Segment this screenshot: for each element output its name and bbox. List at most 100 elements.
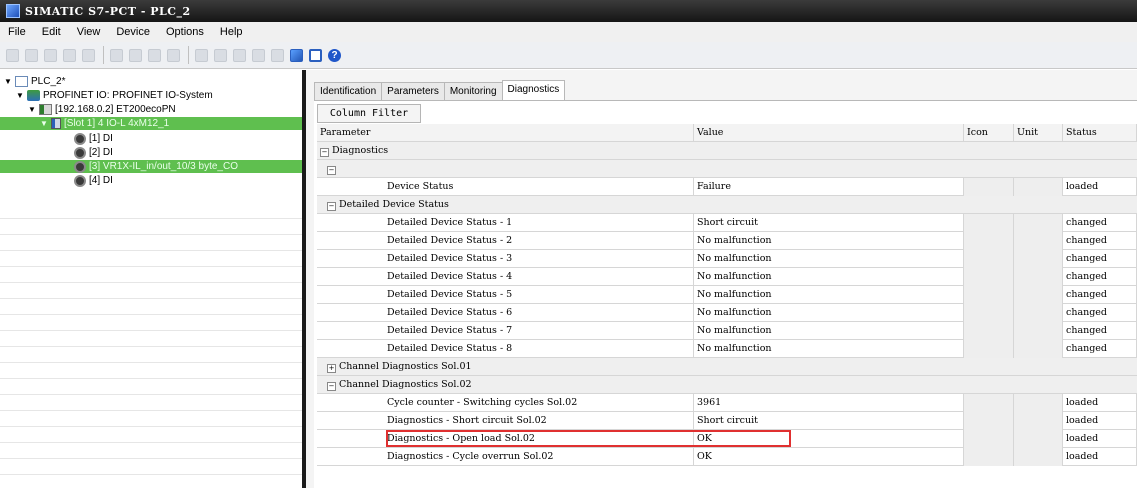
table-row[interactable]: Detailed Device Status - 7 No malfunctio… [317,322,1137,340]
param-cell: Diagnostics - Open load Sol.02 [317,430,694,448]
tab-monitoring[interactable]: Monitoring [443,82,503,101]
group-label-cell: + Channel Diagnostics Sol.01 [317,358,1137,376]
tree-item-label: [4] DI [89,175,113,186]
tab-identification[interactable]: Identification [314,82,383,101]
unit-cell [1014,250,1063,268]
help-icon[interactable]: ? [326,47,343,64]
module-c-icon[interactable] [231,47,248,64]
copy-icon[interactable] [127,47,144,64]
group-row-channel-02[interactable]: − Channel Diagnostics Sol.02 [317,376,1137,394]
value-cell[interactable]: 3961 [694,394,964,412]
menu-options[interactable]: Options [158,26,212,38]
collapse-icon[interactable]: ▼ [40,119,48,128]
value-cell[interactable]: No malfunction [694,286,964,304]
column-filter-button[interactable]: Column Filter [317,104,421,123]
value-cell[interactable]: No malfunction [694,268,964,286]
value-cell[interactable]: OK [694,430,964,448]
menu-device[interactable]: Device [108,26,158,38]
group-label-cell: − Channel Diagnostics Sol.02 [317,376,1137,394]
table-row[interactable]: Diagnostics - Open load Sol.02 OK loaded [317,430,1137,448]
value-cell[interactable]: Failure [694,178,964,196]
value-cell[interactable]: OK [694,448,964,466]
collapse-icon[interactable]: ▼ [16,91,24,100]
tree-item-label: [2] DI [89,147,113,158]
tree-item-slot1[interactable]: ▼ [Slot 1] 4 IO-L 4xM12_1 [0,117,342,130]
collapse-icon[interactable]: − [327,382,336,391]
menu-view[interactable]: View [69,26,109,38]
table-row[interactable]: Detailed Device Status - 3 No malfunctio… [317,250,1137,268]
tree-item-label: PROFINET IO: PROFINET IO-System [43,90,213,101]
diagnostics-panel: Column Filter Parameter Value Icon Unit … [314,100,1137,489]
port-icon [74,174,86,187]
group-row-detailed-status[interactable]: − Detailed Device Status [317,196,1137,214]
table-row[interactable]: Detailed Device Status - 5 No malfunctio… [317,286,1137,304]
table-row[interactable]: Diagnostics - Short circuit Sol.02 Short… [317,412,1137,430]
status-cell: loaded [1063,394,1137,412]
unit-cell [1014,340,1063,358]
group-row-diagnostics[interactable]: − Diagnostics [317,142,1137,160]
table-row[interactable]: Detailed Device Status - 6 No malfunctio… [317,304,1137,322]
group-label: Detailed Device Status [339,199,449,210]
param-cell: Detailed Device Status - 3 [317,250,694,268]
value-cell[interactable]: Short circuit [694,214,964,232]
collapse-icon[interactable]: ▼ [4,77,12,86]
collapse-icon[interactable]: − [320,148,329,157]
column-header-unit[interactable]: Unit [1014,124,1063,142]
monitor-icon[interactable] [307,47,324,64]
paste-icon[interactable] [146,47,163,64]
table-row[interactable]: Diagnostics - Cycle overrun Sol.02 OK lo… [317,448,1137,466]
table-row[interactable]: Detailed Device Status - 8 No malfunctio… [317,340,1137,358]
tab-parameters[interactable]: Parameters [381,82,445,101]
module-e-icon[interactable] [269,47,286,64]
table-row[interactable]: Detailed Device Status - 2 No malfunctio… [317,232,1137,250]
collapse-icon[interactable]: − [327,166,336,175]
value-cell[interactable]: No malfunction [694,232,964,250]
column-header-value[interactable]: Value [694,124,964,142]
status-cell: loaded [1063,412,1137,430]
cut-icon[interactable] [108,47,125,64]
expand-icon[interactable]: + [327,364,336,373]
column-header-icon[interactable]: Icon [964,124,1014,142]
group-row-channel-01[interactable]: + Channel Diagnostics Sol.01 [317,358,1137,376]
edit-icon[interactable] [61,47,78,64]
menu-file[interactable]: File [0,26,34,38]
delete-icon[interactable] [165,47,182,64]
collapse-icon[interactable]: − [327,202,336,211]
table-row[interactable]: Detailed Device Status - 4 No malfunctio… [317,268,1137,286]
value-cell[interactable]: No malfunction [694,322,964,340]
value-cell[interactable]: Short circuit [694,412,964,430]
value-cell[interactable]: No malfunction [694,250,964,268]
status-cell: changed [1063,232,1137,250]
icon-cell [964,430,1014,448]
value-cell[interactable]: No malfunction [694,340,964,358]
save-icon[interactable] [42,47,59,64]
icon-cell [964,322,1014,340]
menu-help[interactable]: Help [212,26,251,38]
icon-cell [964,448,1014,466]
new-icon[interactable] [4,47,21,64]
column-header-parameter[interactable]: Parameter [317,124,694,142]
column-header-status[interactable]: Status [1063,124,1137,142]
toolbar-separator [103,46,104,64]
group-row-empty[interactable]: − [317,160,1137,178]
collapse-icon[interactable]: ▼ [28,105,36,114]
print-icon[interactable] [80,47,97,64]
module-a-icon[interactable] [193,47,210,64]
module-d-icon[interactable] [250,47,267,64]
online-icon[interactable] [288,47,305,64]
table-row[interactable]: Detailed Device Status - 1 Short circuit… [317,214,1137,232]
slot-icon [51,118,61,129]
tree-item-label: [1] DI [89,133,113,144]
menu-edit[interactable]: Edit [34,26,69,38]
icon-cell [964,250,1014,268]
tree-item-et200ecopn[interactable]: ▼ [192.168.0.2] ET200ecoPN [0,103,330,116]
value-cell[interactable]: No malfunction [694,304,964,322]
tree-item-plc[interactable]: ▼ PLC_2* [0,75,306,88]
table-row[interactable]: Device Status Failure loaded [317,178,1137,196]
tab-diagnostics[interactable]: Diagnostics [501,80,566,101]
open-icon[interactable] [23,47,40,64]
module-b-icon[interactable] [212,47,229,64]
table-row[interactable]: Cycle counter - Switching cycles Sol.02 … [317,394,1137,412]
tree-item-profinet-system[interactable]: ▼ PROFINET IO: PROFINET IO-System [0,89,318,102]
tree-item-label: [3] VR1X-IL_in/out_10/3 byte_CO [89,161,238,172]
